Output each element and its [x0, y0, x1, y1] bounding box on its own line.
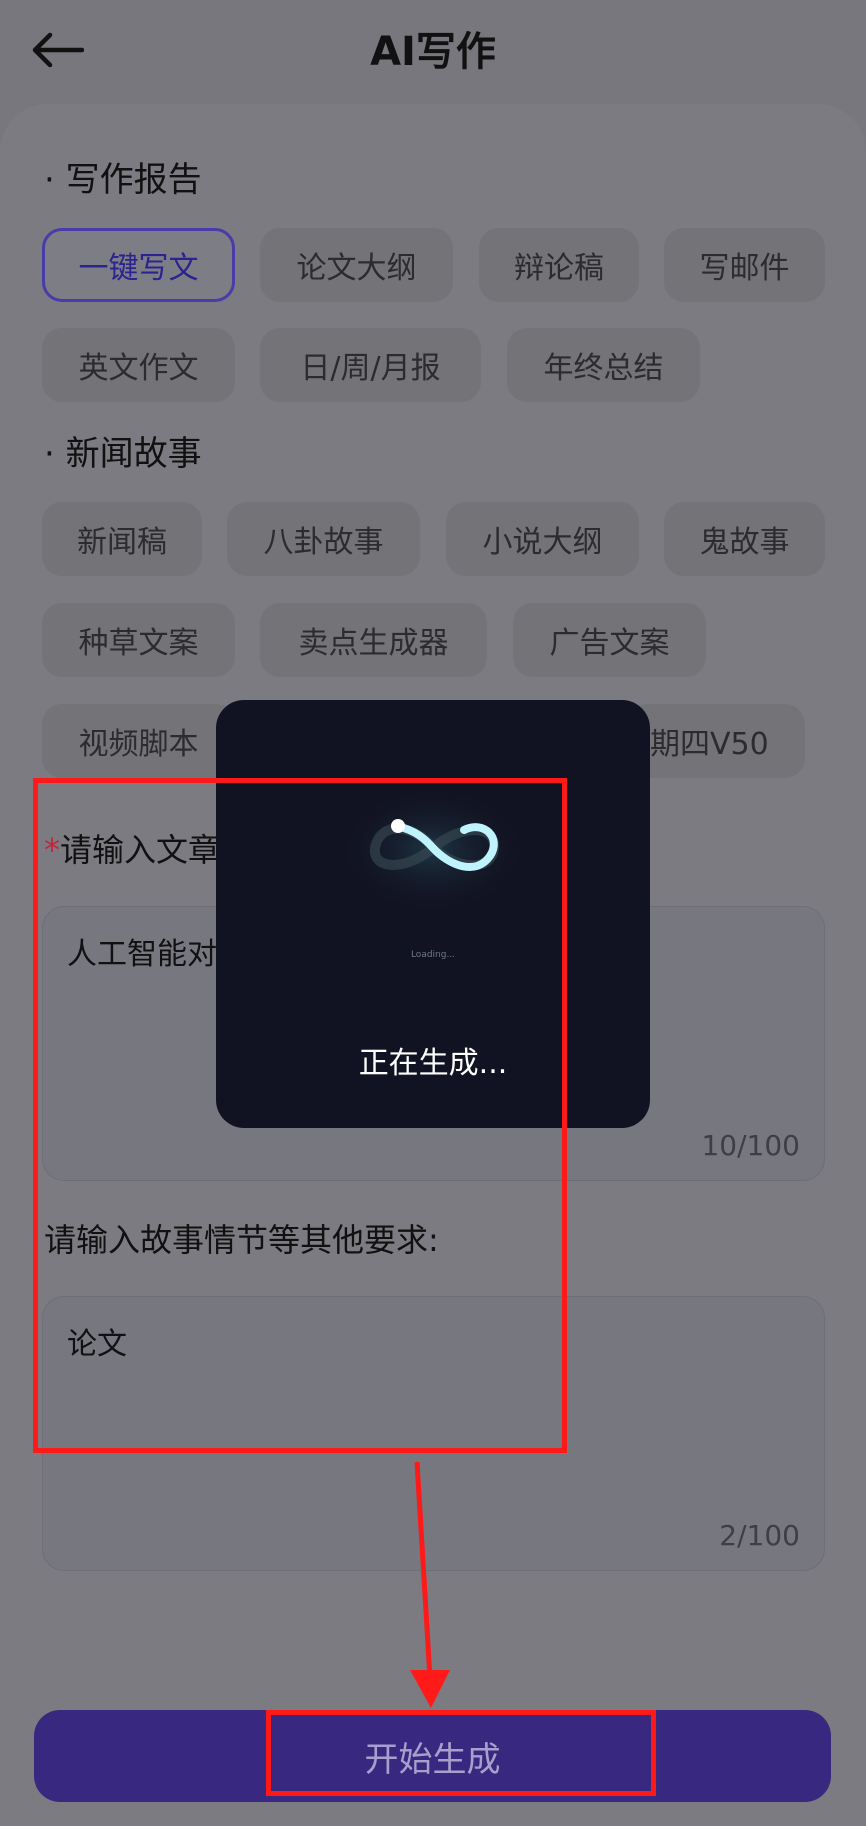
annotation-arrow-icon: [410, 1461, 450, 1708]
article-char-count: 10/100: [701, 1129, 800, 1162]
infinity-loader-icon: [338, 790, 528, 914]
chip-year-end-summary[interactable]: 年终总结: [507, 328, 700, 402]
chip-periodic-report[interactable]: 日/周/月报: [260, 328, 481, 402]
chip-one-click-write[interactable]: 一键写文: [42, 228, 235, 302]
chip-novel-outline[interactable]: 小说大纲: [446, 502, 639, 576]
section-title-news-story: · 新闻故事: [44, 434, 202, 474]
article-label: *请输入文章: [44, 831, 221, 869]
requirements-value: 论文: [67, 1327, 127, 1362]
chip-video-script[interactable]: 视频脚本: [42, 704, 235, 778]
chip-english-essay[interactable]: 英文作文: [42, 328, 235, 402]
chip-ghost-story[interactable]: 鬼故事: [664, 502, 825, 576]
chip-gossip-story[interactable]: 八卦故事: [227, 502, 420, 576]
page-title: AI写作: [370, 29, 496, 75]
chip-debate-draft[interactable]: 辩论稿: [479, 228, 639, 302]
loading-message: 正在生成...: [358, 1046, 508, 1081]
chip-write-email[interactable]: 写邮件: [664, 228, 825, 302]
section-title-writing-report: · 写作报告: [44, 160, 202, 200]
loading-dialog: Loading... 正在生成...: [216, 700, 650, 1128]
required-mark: *: [44, 831, 60, 869]
requirements-label: 请输入故事情节等其他要求:: [44, 1221, 439, 1259]
chip-press-release[interactable]: 新闻稿: [42, 502, 202, 576]
chip-ad-copy[interactable]: 广告文案: [513, 603, 706, 677]
chip-product-recommendation[interactable]: 种草文案: [42, 603, 235, 677]
requirements-char-count: 2/100: [719, 1519, 800, 1552]
header: AI写作: [0, 0, 866, 104]
start-generate-button[interactable]: 开始生成: [34, 1710, 831, 1802]
chip-selling-point-generator[interactable]: 卖点生成器: [260, 603, 487, 677]
loading-caption: Loading...: [410, 950, 456, 960]
chip-thursday-v50[interactable]: 期四V50: [628, 704, 805, 778]
chip-paper-outline[interactable]: 论文大纲: [260, 228, 453, 302]
article-topic-value: 人工智能对: [67, 937, 217, 972]
